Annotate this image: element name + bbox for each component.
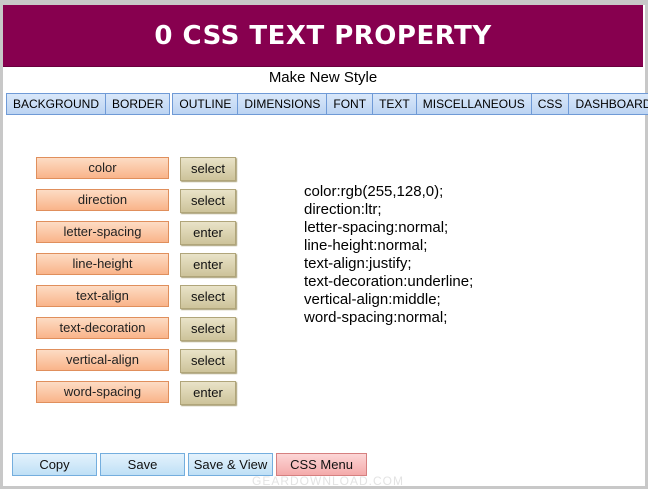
nav-dimensions[interactable]: DIMENSIONS [238, 94, 328, 114]
property-row: text-align select [36, 285, 236, 309]
property-button-line-height[interactable]: line-height [36, 253, 169, 275]
enter-button[interactable]: enter [180, 221, 236, 245]
css-menu-button[interactable]: CSS Menu [276, 453, 367, 476]
property-button-text-align[interactable]: text-align [36, 285, 169, 307]
watermark: GEARDOWNLOAD.COM [252, 474, 405, 488]
save-view-button[interactable]: Save & View [188, 453, 273, 476]
property-row: text-decoration select [36, 317, 236, 341]
property-button-vertical-align[interactable]: vertical-align [36, 349, 169, 371]
property-button-text-decoration[interactable]: text-decoration [36, 317, 169, 339]
property-button-direction[interactable]: direction [36, 189, 169, 211]
css-output-line: line-height:normal; [304, 237, 428, 254]
css-output: color:rgb(255,128,0); direction:ltr; let… [304, 183, 473, 327]
nav-dashboard[interactable]: DASHBOARD [569, 94, 648, 114]
property-button-letter-spacing[interactable]: letter-spacing [36, 221, 169, 243]
nav-css[interactable]: CSS [531, 94, 570, 114]
select-button[interactable]: select [180, 189, 236, 213]
enter-button[interactable]: enter [180, 381, 236, 405]
css-output-line: color:rgb(255,128,0); [304, 183, 444, 200]
enter-button[interactable]: enter [180, 253, 236, 277]
property-row: line-height enter [36, 253, 236, 277]
css-output-line: text-align:justify; [304, 255, 412, 272]
nav-background[interactable]: BACKGROUND [7, 94, 107, 114]
property-row: direction select [36, 189, 236, 213]
select-button[interactable]: select [180, 317, 236, 341]
select-button[interactable]: select [180, 349, 236, 373]
nav-bar: BACKGROUND BORDER OUTLINE DIMENSIONS FON… [6, 93, 648, 115]
nav-text[interactable]: TEXT [373, 94, 417, 114]
nav-font[interactable]: FONT [327, 94, 374, 114]
css-output-line: word-spacing:normal; [304, 309, 448, 326]
select-button[interactable]: select [180, 157, 236, 181]
property-row: word-spacing enter [36, 381, 236, 405]
copy-button[interactable]: Copy [12, 453, 97, 476]
css-output-line: direction:ltr; [304, 201, 382, 218]
nav-group-secondary: OUTLINE DIMENSIONS FONT TEXT MISCELLANEO… [172, 93, 648, 115]
nav-border[interactable]: BORDER [106, 94, 170, 114]
property-button-word-spacing[interactable]: word-spacing [36, 381, 169, 403]
property-row: letter-spacing enter [36, 221, 236, 245]
property-row: vertical-align select [36, 349, 236, 373]
css-output-line: vertical-align:middle; [304, 291, 441, 308]
nav-outline[interactable]: OUTLINE [173, 94, 239, 114]
page-title: 0 CSS TEXT PROPERTY [3, 5, 643, 67]
nav-miscellaneous[interactable]: MISCELLANEOUS [416, 94, 532, 114]
css-output-line: text-decoration:underline; [304, 273, 474, 290]
save-button[interactable]: Save [100, 453, 185, 476]
select-button[interactable]: select [180, 285, 236, 309]
nav-group-primary: BACKGROUND BORDER [6, 93, 171, 115]
page-subtitle: Make New Style [268, 69, 378, 86]
property-button-color[interactable]: color [36, 157, 169, 179]
css-output-line: letter-spacing:normal; [304, 219, 449, 236]
property-row: color select [36, 157, 236, 181]
